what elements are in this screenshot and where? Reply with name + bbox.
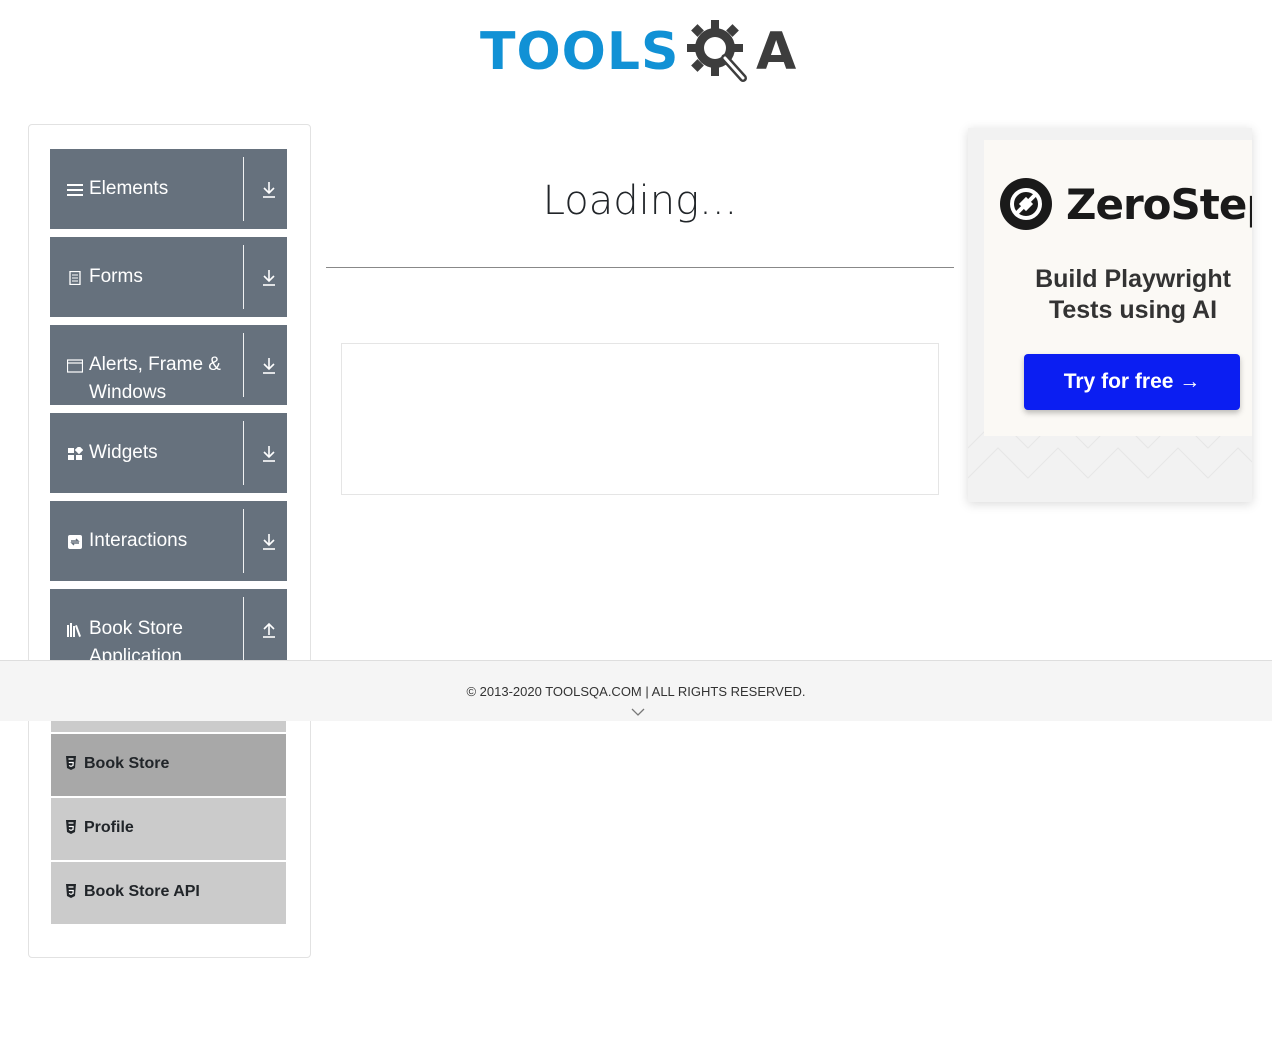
chevron-down-icon[interactable] bbox=[631, 707, 645, 717]
ad-tagline: Build Playwright Tests using AI bbox=[1004, 264, 1252, 326]
ad-tagline-line2: Tests using AI bbox=[1048, 296, 1218, 324]
group-label-widgets: Widgets bbox=[89, 442, 158, 463]
group-alerts-frame-windows[interactable]: Alerts, Frame & Windows bbox=[50, 325, 287, 405]
left-panel: Elements Forms Alerts, Frame & Windows W… bbox=[28, 124, 311, 958]
document-icon bbox=[69, 271, 81, 285]
download-arrow-icon[interactable] bbox=[260, 177, 278, 201]
gear-magnifier-icon bbox=[687, 20, 747, 82]
logo-text-tools: TOOLS bbox=[480, 22, 680, 82]
menu-lines-icon bbox=[67, 184, 83, 196]
submenu-item-book-store[interactable]: Book Store bbox=[50, 733, 287, 797]
footer: © 2013-2020 TOOLSQA.COM | ALL RIGHTS RES… bbox=[0, 660, 1272, 721]
loading-text: Loading... bbox=[542, 178, 738, 224]
footer-copyright: © 2013-2020 TOOLSQA.COM | ALL RIGHTS RES… bbox=[466, 684, 806, 699]
group-label-forms: Forms bbox=[89, 266, 143, 287]
download-arrow-icon[interactable] bbox=[260, 441, 278, 465]
zerostep-logo-icon bbox=[1000, 178, 1052, 230]
download-arrow-icon[interactable] bbox=[260, 529, 278, 553]
group-divider bbox=[243, 509, 244, 573]
download-arrow-icon[interactable] bbox=[260, 353, 278, 377]
download-arrow-icon[interactable] bbox=[260, 265, 278, 289]
submenu-label-book-store-api: Book Store API bbox=[84, 883, 200, 900]
ad-banner[interactable]: ZeroStep Build Playwright Tests using AI… bbox=[968, 128, 1252, 502]
header: TOOLS A bbox=[0, 0, 1272, 100]
content-box bbox=[341, 343, 939, 495]
upload-arrow-icon[interactable] bbox=[260, 617, 278, 641]
html5-icon bbox=[66, 756, 76, 770]
html5-icon bbox=[66, 820, 76, 834]
group-label-interactions: Interactions bbox=[89, 530, 188, 551]
group-divider bbox=[243, 421, 244, 485]
main-divider bbox=[326, 267, 954, 268]
group-widgets[interactable]: Widgets bbox=[50, 413, 287, 493]
group-divider bbox=[243, 333, 244, 397]
ad-card: ZeroStep Build Playwright Tests using AI… bbox=[984, 140, 1252, 436]
group-divider bbox=[243, 245, 244, 309]
group-interactions[interactable]: Interactions bbox=[50, 501, 287, 581]
submenu-label-book-store: Book Store bbox=[84, 755, 170, 772]
group-label-alerts-frame-windows: Alerts, Frame & Windows bbox=[89, 354, 221, 403]
submenu-item-profile[interactable]: Profile bbox=[50, 797, 287, 861]
books-icon bbox=[67, 623, 81, 637]
group-elements[interactable]: Elements bbox=[50, 149, 287, 229]
submenu-item-book-store-api[interactable]: Book Store API bbox=[50, 861, 287, 925]
group-divider bbox=[243, 157, 244, 221]
group-forms[interactable]: Forms bbox=[50, 237, 287, 317]
group-label-elements: Elements bbox=[89, 178, 169, 199]
submenu-label-profile: Profile bbox=[84, 819, 134, 836]
try-for-free-button[interactable]: Try for free → bbox=[1024, 354, 1240, 410]
html5-icon bbox=[66, 884, 76, 898]
toolsqa-logo[interactable]: TOOLS A bbox=[480, 14, 804, 92]
logo-text-a: A bbox=[756, 22, 797, 82]
ad-brand: ZeroStep bbox=[1066, 180, 1252, 229]
ad-tagline-line1: Build Playwright bbox=[1035, 265, 1231, 293]
interactions-icon bbox=[68, 535, 82, 549]
window-icon bbox=[67, 359, 83, 373]
widgets-icon bbox=[68, 447, 83, 460]
group-divider bbox=[243, 597, 244, 661]
